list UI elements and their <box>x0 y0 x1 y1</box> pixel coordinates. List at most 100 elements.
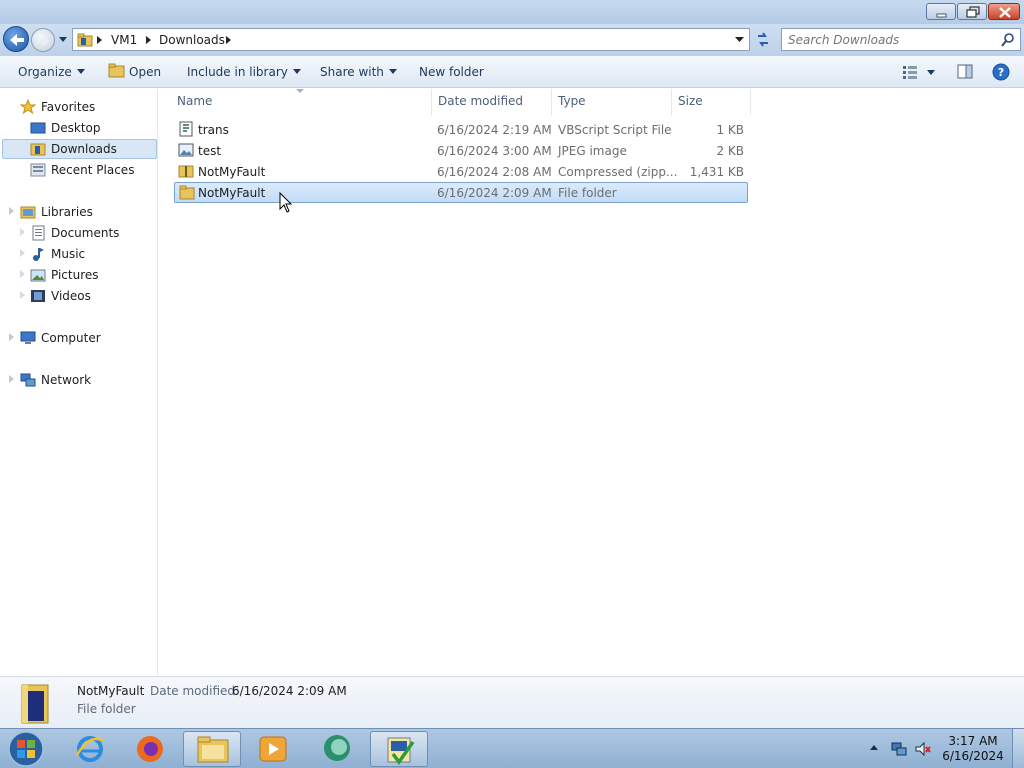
address-dropdown-icon[interactable] <box>735 37 745 43</box>
navigation-pane: Favorites Desktop Downloads Recent Place… <box>0 89 158 676</box>
address-row: VM1 Downloads <box>0 24 1024 56</box>
column-header-date-modified[interactable]: Date modified <box>438 94 523 118</box>
system-clock[interactable]: 3:17 AM 6/16/2024 <box>940 734 1006 764</box>
breadcrumb-downloads[interactable]: Downloads <box>159 33 225 47</box>
preview-pane-icon[interactable] <box>957 64 973 80</box>
taskbar-firefox[interactable] <box>121 731 179 767</box>
nav-libraries[interactable]: Libraries <box>20 202 140 222</box>
file-date: 6/16/2024 2:19 AM <box>437 123 552 137</box>
details-pane: NotMyFault Date modified: 6/16/2024 2:09… <box>0 676 1024 728</box>
desktop-icon <box>30 122 46 134</box>
expand-arrow-icon[interactable] <box>9 375 15 383</box>
minimize-icon <box>936 13 947 18</box>
nav-computer-label: Computer <box>41 331 101 345</box>
folder-large-icon <box>21 684 49 724</box>
file-size: 1 KB <box>716 123 744 137</box>
close-button[interactable] <box>988 3 1020 20</box>
nav-downloads[interactable]: Downloads <box>30 139 150 159</box>
nav-computer[interactable]: Computer <box>20 328 140 348</box>
file-date: 6/16/2024 2:08 AM <box>437 165 552 179</box>
sort-indicator-icon <box>296 89 304 93</box>
breadcrumb-vm1[interactable]: VM1 <box>111 33 137 47</box>
nav-recent-places[interactable]: Recent Places <box>30 160 150 180</box>
share-with-menu[interactable]: Share with <box>320 65 397 79</box>
clock-time: 3:17 AM <box>948 734 998 748</box>
column-divider[interactable] <box>671 89 672 115</box>
column-header-name[interactable]: Name <box>177 94 212 118</box>
file-row-selected[interactable]: NotMyFault 6/16/2024 2:09 AM File folder <box>174 182 748 203</box>
zip-folder-icon <box>178 165 194 178</box>
expand-arrow-icon[interactable] <box>20 228 26 236</box>
window-title-bar[interactable] <box>0 0 1024 24</box>
address-bar[interactable]: VM1 Downloads <box>72 28 750 51</box>
nav-libraries-label: Libraries <box>41 205 93 219</box>
folder-location-icon <box>77 33 93 47</box>
computer-icon <box>20 331 36 344</box>
organize-menu[interactable]: Organize <box>18 65 85 79</box>
file-list: Name Date modified Type Size trans 6/16/… <box>160 89 1024 676</box>
expand-arrow-icon[interactable] <box>9 207 15 215</box>
expand-arrow-icon[interactable] <box>9 333 15 341</box>
column-divider[interactable] <box>551 89 552 115</box>
column-header-type[interactable]: Type <box>558 94 586 118</box>
show-hidden-icons-icon[interactable] <box>870 745 878 751</box>
nav-documents[interactable]: Documents <box>30 223 150 243</box>
refresh-button[interactable] <box>752 28 774 51</box>
search-box[interactable] <box>781 28 1021 51</box>
taskbar: 3:17 AM 6/16/2024 <box>0 728 1024 768</box>
open-label: Open <box>129 65 162 79</box>
file-date: 6/16/2024 2:09 AM <box>437 186 552 200</box>
nav-pictures[interactable]: Pictures <box>30 265 150 285</box>
expand-arrow-icon[interactable] <box>20 270 26 278</box>
minimize-button[interactable] <box>926 3 956 20</box>
checklist-icon <box>387 737 415 765</box>
breadcrumb-chevron-icon[interactable] <box>226 36 232 44</box>
forward-button[interactable] <box>31 28 55 52</box>
help-icon[interactable]: ? <box>992 63 1010 81</box>
nav-videos[interactable]: Videos <box>30 286 150 306</box>
expand-arrow-icon[interactable] <box>20 291 26 299</box>
nav-favorites[interactable]: Favorites <box>20 97 140 117</box>
start-button[interactable] <box>6 730 46 768</box>
expand-arrow-icon[interactable] <box>20 249 26 257</box>
details-file-type: File folder <box>77 702 136 716</box>
include-in-library-menu[interactable]: Include in library <box>187 65 301 79</box>
chevron-down-icon <box>388 69 397 74</box>
search-input[interactable] <box>788 32 998 48</box>
network-tray-icon[interactable] <box>890 740 908 758</box>
taskbar-internet-explorer[interactable] <box>61 731 119 767</box>
breadcrumb-chevron-icon[interactable] <box>97 36 103 44</box>
back-button[interactable] <box>3 26 29 52</box>
column-header-size[interactable]: Size <box>678 94 703 118</box>
view-options-dropdown-icon[interactable] <box>927 70 936 76</box>
nav-music[interactable]: Music <box>30 244 150 264</box>
file-type: JPEG image <box>558 144 627 158</box>
taskbar-chat-app[interactable] <box>308 731 366 767</box>
file-date: 6/16/2024 3:00 AM <box>437 144 552 158</box>
taskbar-media-player[interactable] <box>244 731 302 767</box>
nav-network[interactable]: Network <box>20 370 140 390</box>
column-divider[interactable] <box>750 89 751 115</box>
file-name: trans <box>198 123 229 137</box>
search-icon[interactable] <box>1000 32 1016 48</box>
volume-muted-icon[interactable] <box>914 740 932 758</box>
new-folder-button[interactable]: New folder <box>419 65 484 79</box>
network-icon <box>20 373 36 387</box>
pictures-icon <box>30 269 46 282</box>
windows-logo-icon <box>8 731 44 767</box>
nav-desktop[interactable]: Desktop <box>30 118 150 138</box>
file-size: 2 KB <box>716 144 744 158</box>
file-row[interactable]: NotMyFault 6/16/2024 2:08 AM Compressed … <box>174 161 748 182</box>
file-row[interactable]: trans 6/16/2024 2:19 AM VBScript Script … <box>174 119 748 140</box>
file-row[interactable]: test 6/16/2024 3:00 AM JPEG image 2 KB <box>174 140 748 161</box>
recent-places-icon <box>30 163 46 177</box>
recent-pages-dropdown[interactable] <box>58 34 68 44</box>
breadcrumb-chevron-icon[interactable] <box>146 36 152 44</box>
taskbar-checklist-app[interactable] <box>370 731 428 767</box>
column-divider[interactable] <box>431 89 432 115</box>
change-view-icon[interactable] <box>902 65 918 79</box>
show-desktop-button[interactable] <box>1012 729 1024 768</box>
restore-button[interactable] <box>957 3 987 20</box>
taskbar-file-explorer[interactable] <box>183 731 241 767</box>
open-button[interactable]: Open <box>108 63 162 79</box>
